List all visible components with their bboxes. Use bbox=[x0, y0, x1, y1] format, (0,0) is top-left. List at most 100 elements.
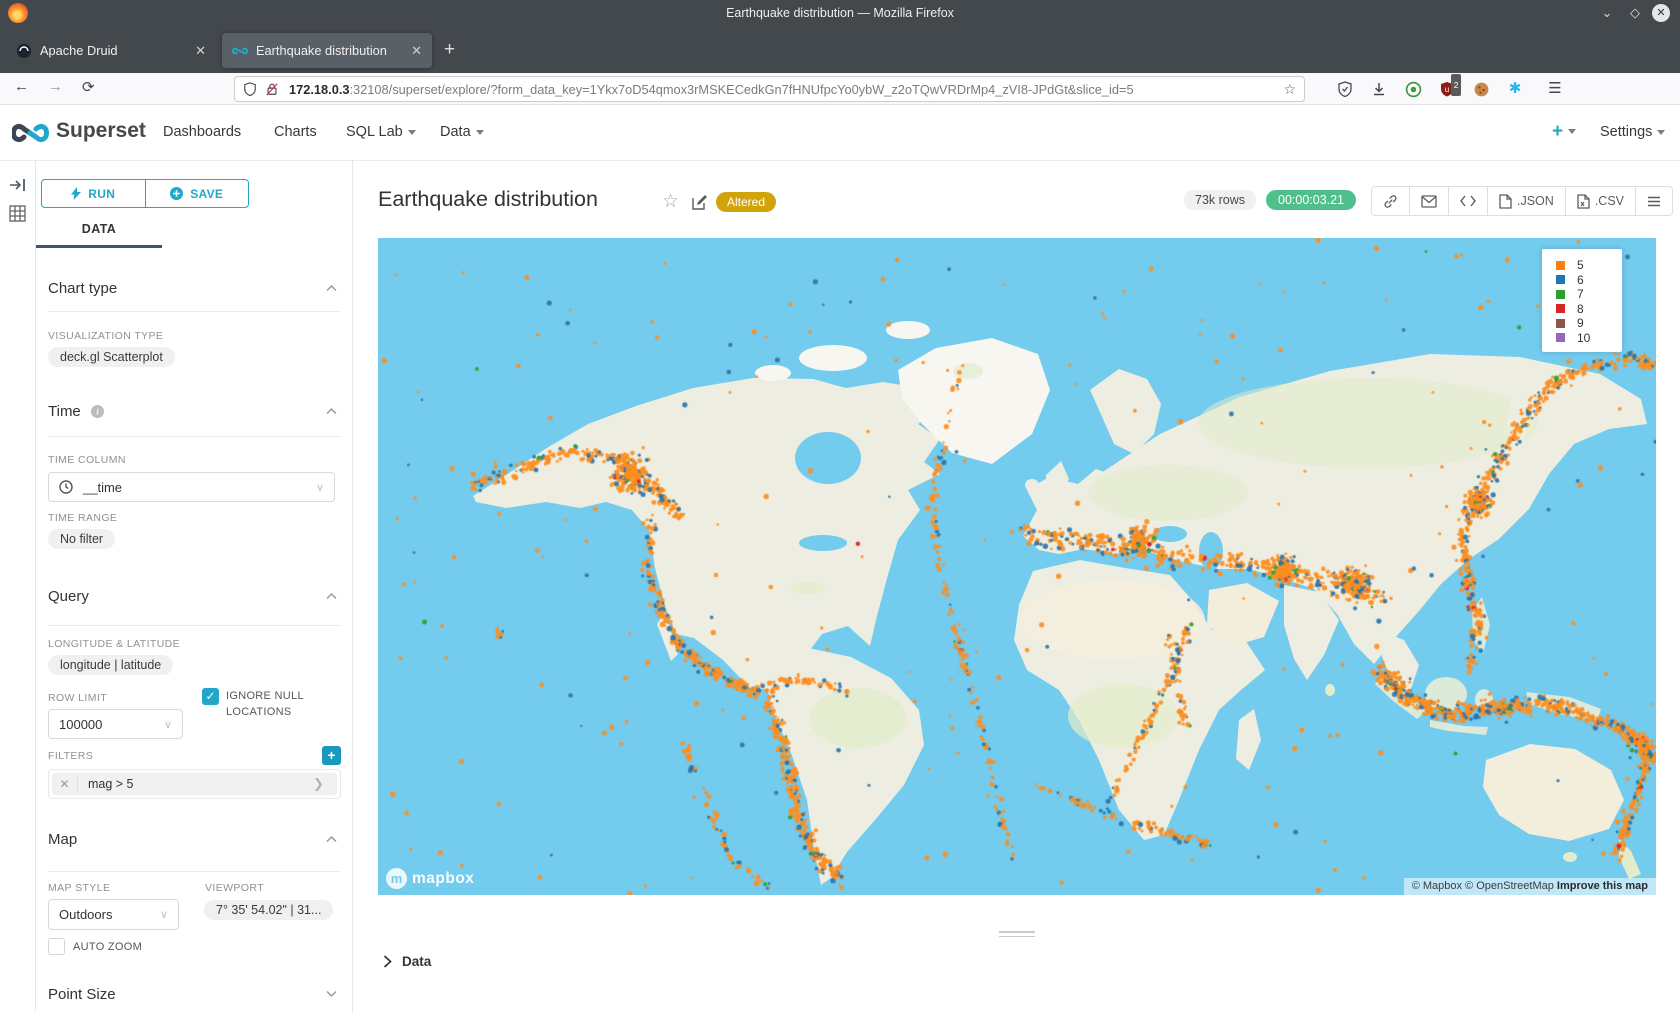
legend-label: 6 bbox=[1577, 273, 1584, 287]
legend-swatch bbox=[1556, 319, 1565, 328]
tab-apache-druid[interactable]: Apache Druid ✕ bbox=[6, 33, 216, 68]
lock-insecure-icon[interactable] bbox=[265, 82, 279, 96]
auto-zoom-checkbox[interactable] bbox=[48, 938, 65, 955]
chevron-down-icon bbox=[1568, 129, 1576, 134]
save-button[interactable]: SAVE bbox=[145, 180, 249, 207]
improve-map-link[interactable]: Improve this map bbox=[1557, 880, 1648, 892]
bookmark-star-icon[interactable]: ☆ bbox=[1283, 81, 1296, 98]
chart-title: Earthquake distribution bbox=[378, 187, 598, 212]
run-button[interactable]: RUN bbox=[42, 180, 145, 207]
window-title: Earthquake distribution — Mozilla Firefo… bbox=[0, 6, 1680, 20]
nav-data[interactable]: Data bbox=[440, 124, 484, 140]
row-limit-value: 100000 bbox=[59, 717, 102, 732]
section-time[interactable]: Time i bbox=[48, 403, 104, 420]
export-csv-button[interactable]: .CSV bbox=[1565, 187, 1635, 215]
email-button[interactable] bbox=[1409, 187, 1448, 215]
chart-area: Earthquake distribution ☆ Altered 73k ro… bbox=[353, 161, 1680, 1012]
chevron-up-icon[interactable] bbox=[326, 284, 336, 294]
brand-name[interactable]: Superset bbox=[56, 119, 146, 143]
ignore-null-label: IGNORE NULLLOCATIONS bbox=[226, 688, 304, 720]
url-bar[interactable]: 172.18.0.3:32108/superset/explore/?form_… bbox=[234, 76, 1305, 102]
close-icon[interactable]: ✕ bbox=[1652, 4, 1670, 22]
chevron-down-icon bbox=[476, 130, 484, 135]
favorite-star-icon[interactable]: ☆ bbox=[662, 190, 679, 213]
tracking-protection-icon[interactable] bbox=[1334, 78, 1356, 100]
section-point-size[interactable]: Point Size bbox=[48, 986, 116, 1003]
code-icon bbox=[1460, 195, 1476, 207]
maximize-icon[interactable]: ◇ bbox=[1626, 4, 1644, 22]
filter-expression: mag > 5 bbox=[78, 777, 313, 791]
time-range-value[interactable]: No filter bbox=[48, 529, 115, 549]
nav-charts[interactable]: Charts bbox=[274, 124, 317, 140]
chart-menu-button[interactable] bbox=[1635, 187, 1672, 215]
row-limit-select[interactable]: 100000 ∨ bbox=[48, 709, 183, 739]
url-text: 172.18.0.3:32108/superset/explore/?form_… bbox=[289, 82, 1134, 97]
legend-entry[interactable]: 9 bbox=[1556, 316, 1622, 331]
ignore-null-checkbox[interactable]: ✓ bbox=[202, 688, 219, 705]
hamburger-icon bbox=[1647, 196, 1661, 207]
share-link-button[interactable] bbox=[1372, 187, 1409, 215]
filters-label: FILTERS bbox=[48, 750, 93, 762]
ublock-icon[interactable]: u 2 bbox=[1436, 78, 1458, 100]
legend-entry[interactable]: 8 bbox=[1556, 302, 1622, 317]
shield-permissions-icon[interactable] bbox=[243, 82, 257, 96]
legend-entry[interactable]: 10 bbox=[1556, 331, 1622, 346]
viewport-value[interactable]: 7° 35' 54.02" | 31... bbox=[204, 900, 333, 920]
remove-filter-icon[interactable]: ✕ bbox=[52, 777, 78, 791]
row-count-badge: 73k rows bbox=[1184, 190, 1256, 210]
menu-hamburger-icon[interactable]: ☰ bbox=[1544, 78, 1566, 100]
legend-entry[interactable]: 7 bbox=[1556, 287, 1622, 302]
attribution-text[interactable]: © Mapbox © OpenStreetMap bbox=[1412, 880, 1554, 892]
panel-drag-handle[interactable] bbox=[999, 928, 1035, 940]
add-filter-button[interactable]: + bbox=[322, 746, 341, 765]
export-json-button[interactable]: .JSON bbox=[1487, 187, 1565, 215]
section-map[interactable]: Map bbox=[48, 831, 77, 848]
datasource-grid-icon[interactable] bbox=[9, 205, 26, 222]
tab-earthquake-distribution[interactable]: Earthquake distribution ✕ bbox=[222, 33, 432, 68]
scatter-dots-canvas[interactable] bbox=[378, 238, 1656, 895]
section-chart-type[interactable]: Chart type bbox=[48, 280, 117, 297]
embed-code-button[interactable] bbox=[1448, 187, 1487, 215]
cookie-extension-icon[interactable] bbox=[1470, 78, 1492, 100]
lonlat-value[interactable]: longitude | latitude bbox=[48, 655, 173, 675]
auto-zoom-label: AUTO ZOOM bbox=[73, 939, 142, 955]
chevron-down-icon[interactable] bbox=[326, 990, 336, 1000]
downloads-icon[interactable] bbox=[1368, 78, 1390, 100]
chevron-up-icon[interactable] bbox=[326, 835, 336, 845]
nav-sql-lab[interactable]: SQL Lab bbox=[346, 124, 416, 140]
chevron-up-icon[interactable] bbox=[326, 407, 336, 417]
legend-swatch bbox=[1556, 333, 1565, 342]
legend-entry[interactable]: 6 bbox=[1556, 273, 1622, 288]
tab-close-icon[interactable]: ✕ bbox=[411, 43, 422, 59]
edit-properties-icon[interactable] bbox=[691, 194, 708, 211]
tab-close-icon[interactable]: ✕ bbox=[195, 43, 206, 59]
legend-entry[interactable]: 5 bbox=[1556, 258, 1622, 273]
chevron-right-icon[interactable]: ❯ bbox=[313, 776, 337, 792]
filter-chip[interactable]: ✕ mag > 5 ❯ bbox=[52, 773, 337, 795]
section-query[interactable]: Query bbox=[48, 588, 89, 605]
reload-icon[interactable]: ⟳ bbox=[82, 78, 95, 96]
collapse-panel-icon[interactable] bbox=[9, 177, 27, 193]
time-column-select[interactable]: __time ∨ bbox=[48, 472, 335, 502]
nav-settings[interactable]: Settings bbox=[1600, 124, 1665, 140]
altered-badge[interactable]: Altered bbox=[716, 192, 776, 212]
snowflake-extension-icon[interactable]: ✱ bbox=[1504, 78, 1526, 100]
map-style-value: Outdoors bbox=[59, 907, 112, 922]
superset-logo[interactable] bbox=[12, 118, 54, 148]
minimize-icon[interactable]: ⌄ bbox=[1598, 4, 1616, 22]
deckgl-scatter-map[interactable]: 5678910 m mapbox © Mapbox © OpenStreetMa… bbox=[378, 238, 1656, 895]
chevron-up-icon[interactable] bbox=[326, 592, 336, 602]
tab-data[interactable]: DATA bbox=[36, 222, 162, 236]
new-item-button[interactable]: + bbox=[1552, 121, 1576, 143]
data-panel-toggle[interactable]: Data bbox=[383, 954, 431, 969]
forward-icon[interactable]: → bbox=[48, 78, 63, 95]
druid-favicon bbox=[16, 43, 32, 59]
new-tab-button[interactable]: + bbox=[444, 39, 455, 61]
nav-dashboards[interactable]: Dashboards bbox=[163, 124, 241, 140]
back-icon[interactable]: ← bbox=[14, 78, 29, 95]
mapbox-logo[interactable]: m mapbox bbox=[386, 868, 474, 889]
extension-green-icon[interactable] bbox=[1402, 78, 1424, 100]
filter-container: ✕ mag > 5 ❯ bbox=[48, 769, 341, 799]
viz-type-value[interactable]: deck.gl Scatterplot bbox=[48, 347, 175, 367]
map-style-select[interactable]: Outdoors ∨ bbox=[48, 899, 179, 930]
